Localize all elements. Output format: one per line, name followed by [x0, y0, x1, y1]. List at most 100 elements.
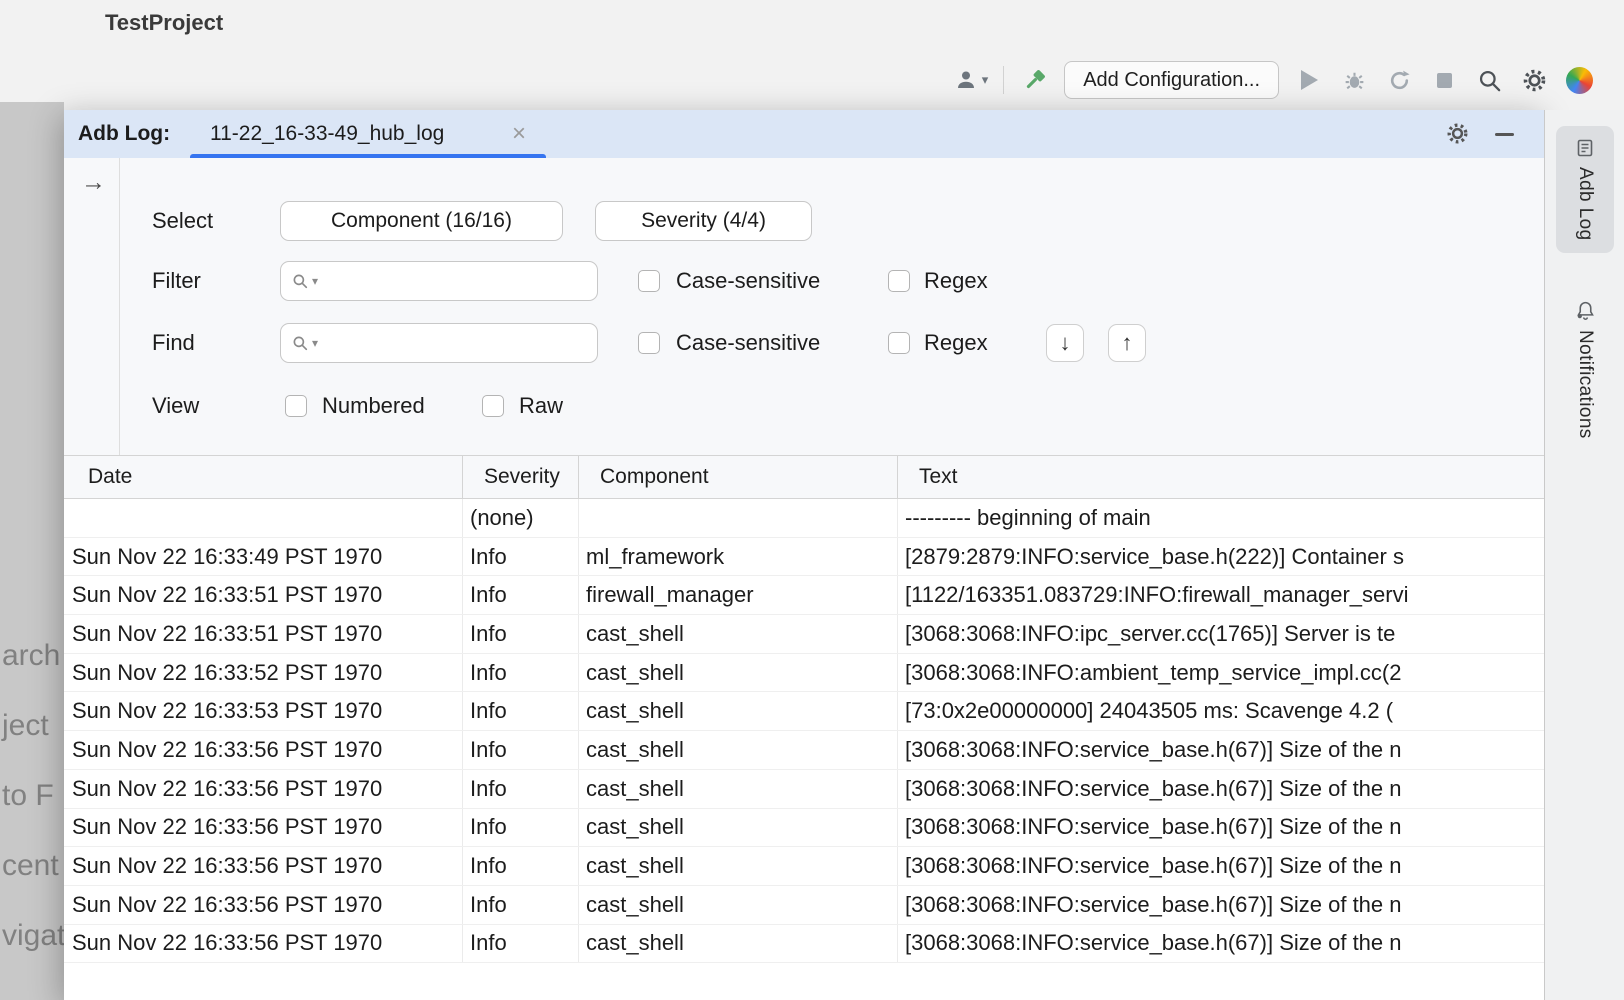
cell-text: [73:0x2e00000000] 24043505 ms: Scavenge … — [897, 692, 1544, 730]
close-icon[interactable]: × — [512, 122, 526, 146]
stripe-tab-adb-log[interactable]: Adb Log — [1556, 126, 1614, 253]
settings-button[interactable] — [1519, 61, 1549, 99]
column-header-date[interactable]: Date — [64, 456, 462, 498]
background-text-fragment: to F — [2, 779, 54, 813]
cell-date — [64, 499, 462, 537]
cell-component: cast_shell — [578, 886, 897, 924]
column-header-component[interactable]: Component — [578, 456, 897, 498]
column-header-severity[interactable]: Severity — [462, 456, 578, 498]
log-table-row[interactable]: Sun Nov 22 16:33:56 PST 1970 Info cast_s… — [64, 770, 1544, 809]
cell-severity: Info — [462, 692, 578, 730]
minimize-icon[interactable] — [1495, 133, 1514, 136]
cell-text: [3068:3068:INFO:service_base.h(67)] Size… — [897, 847, 1544, 885]
find-regex-label: Regex — [924, 323, 988, 363]
find-row: Find ▾ Case-sensitive Regex ↓ ↑ — [64, 323, 1544, 363]
cell-date: Sun Nov 22 16:33:56 PST 1970 — [64, 731, 462, 769]
cell-component — [578, 499, 897, 537]
search-icon — [1476, 67, 1503, 94]
filter-label: Filter — [152, 261, 201, 301]
background-text-fragment: vigat — [2, 919, 64, 953]
panel-settings-button[interactable] — [1445, 121, 1470, 146]
cell-component: cast_shell — [578, 770, 897, 808]
cell-text: [3068:3068:INFO:ambient_temp_service_imp… — [897, 654, 1544, 692]
cell-severity: Info — [462, 809, 578, 847]
cell-component: cast_shell — [578, 731, 897, 769]
background-text-fragment: ject — [2, 709, 49, 743]
tool-window-title: Adb Log: — [78, 110, 170, 158]
log-table-row[interactable]: Sun Nov 22 16:33:56 PST 1970 Info cast_s… — [64, 925, 1544, 964]
find-case-sensitive-checkbox[interactable] — [638, 332, 660, 354]
raw-checkbox[interactable] — [482, 395, 504, 417]
filter-regex-label: Regex — [924, 261, 988, 301]
log-table-row[interactable]: Sun Nov 22 16:33:51 PST 1970 Info firewa… — [64, 576, 1544, 615]
arrow-up-icon: ↑ — [1122, 330, 1133, 356]
find-regex-checkbox[interactable] — [888, 332, 910, 354]
severity-filter-button[interactable]: Severity (4/4) — [595, 201, 812, 241]
cell-date: Sun Nov 22 16:33:49 PST 1970 — [64, 538, 462, 576]
log-table-row[interactable]: Sun Nov 22 16:33:56 PST 1970 Info cast_s… — [64, 809, 1544, 848]
user-account-button[interactable]: ▾ — [954, 61, 989, 99]
cell-component: cast_shell — [578, 692, 897, 730]
dimmed-background-strip: arch ject to F cent vigat — [0, 102, 64, 1000]
cell-component: ml_framework — [578, 538, 897, 576]
add-configuration-button[interactable]: Add Configuration... — [1064, 61, 1279, 99]
cell-date: Sun Nov 22 16:33:56 PST 1970 — [64, 770, 462, 808]
cell-severity: Info — [462, 847, 578, 885]
log-table-body: (none) --------- beginning of main Sun N… — [64, 499, 1544, 1000]
find-input[interactable] — [321, 331, 587, 356]
chevron-down-icon[interactable]: ▾ — [312, 274, 318, 288]
main-toolbar: ▾ Add Configuration... — [954, 58, 1594, 102]
cell-severity: (none) — [462, 499, 578, 537]
filter-case-sensitive-checkbox[interactable] — [638, 270, 660, 292]
cell-date: Sun Nov 22 16:33:51 PST 1970 — [64, 576, 462, 614]
log-table-row[interactable]: Sun Nov 22 16:33:56 PST 1970 Info cast_s… — [64, 731, 1544, 770]
search-icon — [291, 334, 309, 352]
chevron-down-icon[interactable]: ▾ — [312, 336, 318, 350]
cell-date: Sun Nov 22 16:33:56 PST 1970 — [64, 847, 462, 885]
log-table-row[interactable]: Sun Nov 22 16:33:52 PST 1970 Info cast_s… — [64, 654, 1544, 693]
cell-component: cast_shell — [578, 847, 897, 885]
cell-date: Sun Nov 22 16:33:53 PST 1970 — [64, 692, 462, 730]
cell-severity: Info — [462, 538, 578, 576]
build-hammer-button[interactable] — [1019, 61, 1049, 99]
log-table-row[interactable]: Sun Nov 22 16:33:49 PST 1970 Info ml_fra… — [64, 538, 1544, 577]
search-everywhere-button[interactable] — [1474, 61, 1504, 99]
arrow-right-icon[interactable]: → — [81, 168, 106, 197]
component-filter-button[interactable]: Component (16/16) — [280, 201, 563, 241]
filter-case-sensitive-label: Case-sensitive — [676, 261, 820, 301]
numbered-label: Numbered — [322, 386, 425, 426]
assistant-button[interactable] — [1564, 61, 1594, 99]
log-table-header: Date Severity Component Text — [64, 456, 1544, 499]
log-table-row[interactable]: Sun Nov 22 16:33:56 PST 1970 Info cast_s… — [64, 886, 1544, 925]
stripe-tab-label: Adb Log — [1574, 167, 1596, 241]
background-text-fragment: cent — [2, 849, 59, 883]
cell-component: cast_shell — [578, 654, 897, 692]
log-table-row[interactable]: Sun Nov 22 16:33:56 PST 1970 Info cast_s… — [64, 847, 1544, 886]
tool-window-header: Adb Log: 11-22_16-33-49_hub_log × — [64, 110, 1544, 158]
filter-input-wrapper: ▾ — [280, 261, 598, 301]
stripe-tab-label: Notifications — [1574, 330, 1596, 439]
find-next-button[interactable]: ↓ — [1046, 324, 1084, 362]
cell-severity: Info — [462, 886, 578, 924]
profiler-button[interactable] — [1384, 61, 1414, 99]
numbered-checkbox[interactable] — [285, 395, 307, 417]
filter-input[interactable] — [321, 269, 587, 294]
find-previous-button[interactable]: ↑ — [1108, 324, 1146, 362]
cell-date: Sun Nov 22 16:33:51 PST 1970 — [64, 615, 462, 653]
filter-regex-checkbox[interactable] — [888, 270, 910, 292]
log-table-row[interactable]: Sun Nov 22 16:33:51 PST 1970 Info cast_s… — [64, 615, 1544, 654]
raw-label: Raw — [519, 386, 563, 426]
stop-button[interactable] — [1429, 61, 1459, 99]
window-title: TestProject — [105, 10, 223, 36]
cell-date: Sun Nov 22 16:33:52 PST 1970 — [64, 654, 462, 692]
log-table-row[interactable]: Sun Nov 22 16:33:53 PST 1970 Info cast_s… — [64, 692, 1544, 731]
debug-button[interactable] — [1339, 61, 1369, 99]
stripe-tab-notifications[interactable]: Notifications — [1556, 288, 1614, 451]
cell-severity: Info — [462, 615, 578, 653]
log-table-row[interactable]: (none) --------- beginning of main — [64, 499, 1544, 538]
log-file-tab[interactable]: 11-22_16-33-49_hub_log × — [190, 110, 546, 158]
column-header-text[interactable]: Text — [897, 456, 1544, 498]
find-input-wrapper: ▾ — [280, 323, 598, 363]
run-button[interactable] — [1294, 61, 1324, 99]
cell-component: cast_shell — [578, 925, 897, 963]
